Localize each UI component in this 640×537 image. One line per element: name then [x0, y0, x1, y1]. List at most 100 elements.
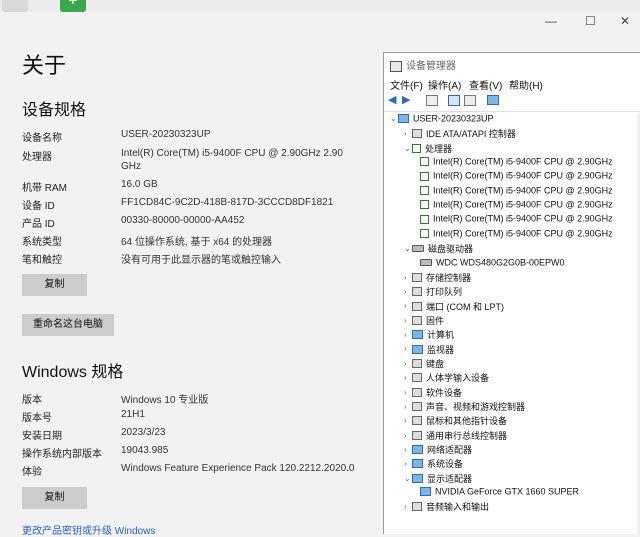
device-label: 存储控制器	[426, 272, 472, 283]
chip-icon	[420, 214, 429, 224]
maximize-button[interactable]: ☐	[585, 14, 596, 28]
chevron-right-icon[interactable]: ›	[404, 330, 412, 339]
device-category[interactable]: › 音频输入和输出	[404, 500, 489, 514]
device-category[interactable]: › 声音、视频和游戏控制器	[404, 400, 525, 414]
chevron-right-icon[interactable]: ›	[404, 301, 412, 310]
chevron-right-icon[interactable]: ›	[404, 373, 412, 382]
device-category[interactable]: › 端口 (COM 和 LPT)	[404, 300, 504, 314]
windows-spec-heading: Windows 规格	[22, 364, 124, 381]
device-label: 固件	[426, 315, 445, 326]
device-category[interactable]: ⌄ 磁盘驱动器	[404, 242, 473, 256]
device-item[interactable]: WDC WDS480G2G0B-00EPW0	[420, 257, 565, 271]
chevron-down-icon[interactable]: ⌄	[404, 144, 412, 153]
device-item[interactable]: Intel(R) Core(TM) i5-9400F CPU @ 2.90GHz	[420, 213, 613, 227]
device-label: 端口 (COM 和 LPT)	[426, 301, 504, 312]
device-label: 监视器	[427, 344, 455, 355]
monitor-icon	[412, 473, 423, 483]
device-category[interactable]: ⌄ 显示适配器	[404, 472, 472, 486]
device-category[interactable]: › 打印队列	[404, 285, 462, 299]
spec-label: 产品 ID	[22, 219, 55, 230]
rename-pc-button[interactable]: 重命名这台电脑	[22, 314, 114, 336]
drive-icon	[412, 245, 424, 253]
device-label: Intel(R) Core(TM) i5-9400F CPU @ 2.90GHz	[433, 199, 613, 210]
tree-root[interactable]: ⌄ USER-20230323UP	[390, 113, 494, 127]
upgrade-windows-link[interactable]: 更改产品密钥或升级 Windows	[22, 522, 155, 537]
device-category[interactable]: › IDE ATA/ATAPI 控制器	[404, 127, 516, 141]
chevron-right-icon[interactable]: ›	[404, 459, 412, 468]
chevron-right-icon[interactable]: ›	[404, 273, 412, 282]
help-icon[interactable]	[448, 95, 460, 106]
chevron-right-icon[interactable]: ›	[404, 402, 412, 411]
copy-windows-specs-button[interactable]: 复制	[22, 487, 87, 509]
device-item[interactable]: Intel(R) Core(TM) i5-9400F CPU @ 2.90GHz	[420, 156, 613, 170]
toolbar: ◀ ▶	[384, 93, 640, 112]
spec-label: 处理器	[22, 152, 52, 163]
gen-icon	[412, 358, 422, 368]
menu-help[interactable]: 帮助(H)	[509, 77, 543, 92]
device-category[interactable]: › 监视器	[404, 343, 454, 357]
copy-device-specs-button[interactable]: 复制	[22, 274, 87, 296]
chip-icon	[412, 143, 421, 153]
spec-value: 00330-80000-00000-AA452	[121, 215, 245, 226]
spec-value: 2023/3/23	[121, 427, 166, 438]
device-label: 通用串行总线控制器	[426, 430, 508, 441]
device-item[interactable]: Intel(R) Core(TM) i5-9400F CPU @ 2.90GHz	[420, 170, 613, 184]
device-item[interactable]: NVIDIA GeForce GTX 1660 SUPER	[420, 486, 579, 500]
device-category[interactable]: ⌄ 处理器	[404, 142, 452, 156]
chevron-right-icon[interactable]: ›	[404, 359, 412, 368]
details-icon[interactable]	[464, 95, 476, 106]
spec-value: 19043.985	[121, 445, 169, 456]
device-label: Intel(R) Core(TM) i5-9400F CPU @ 2.90GHz	[433, 171, 613, 182]
device-category[interactable]: › 网络适配器	[404, 443, 472, 457]
monitor-icon	[412, 445, 423, 455]
device-label: Intel(R) Core(TM) i5-9400F CPU @ 2.90GHz	[433, 228, 613, 239]
spec-value: 16.0 GB	[121, 179, 158, 190]
device-category[interactable]: › 计算机	[404, 328, 454, 342]
back-arrow-icon[interactable]: ◀	[388, 95, 400, 106]
chevron-right-icon[interactable]: ›	[404, 416, 412, 425]
chevron-right-icon[interactable]: ›	[404, 445, 412, 454]
device-category[interactable]: › 键盘	[404, 357, 444, 371]
menu-file[interactable]: 文件(F)	[390, 77, 423, 92]
device-category[interactable]: › 系统设备	[404, 457, 463, 471]
device-category[interactable]: › 固件	[404, 314, 444, 328]
chevron-right-icon[interactable]: ›	[404, 129, 412, 138]
chevron-down-icon[interactable]: ⌄	[404, 474, 412, 483]
spec-value-cont: GHz	[121, 161, 141, 172]
device-item[interactable]: Intel(R) Core(TM) i5-9400F CPU @ 2.90GHz	[420, 228, 613, 242]
gen-icon	[412, 430, 422, 440]
device-category[interactable]: › 人体学输入设备	[404, 371, 489, 385]
device-category[interactable]: › 鼠标和其他指针设备	[404, 414, 507, 428]
gen-icon	[412, 416, 422, 426]
gen-icon	[412, 287, 422, 297]
menu-view[interactable]: 查看(V)	[469, 77, 502, 92]
chevron-right-icon[interactable]: ›	[404, 502, 412, 511]
device-label: Intel(R) Core(TM) i5-9400F CPU @ 2.90GHz	[433, 185, 613, 196]
scan-monitor-icon[interactable]	[487, 95, 499, 105]
chevron-right-icon[interactable]: ›	[404, 431, 412, 440]
minimize-button[interactable]: —	[545, 14, 557, 28]
device-label: NVIDIA GeForce GTX 1660 SUPER	[435, 486, 580, 497]
computer-icon	[398, 114, 409, 124]
chevron-right-icon[interactable]: ›	[404, 316, 412, 325]
menu-action[interactable]: 操作(A)	[428, 77, 461, 92]
close-button[interactable]: ✕	[620, 14, 630, 28]
chevron-right-icon[interactable]: ›	[404, 344, 412, 353]
device-item[interactable]: Intel(R) Core(TM) i5-9400F CPU @ 2.90GHz	[420, 199, 613, 213]
device-label: 音频输入和输出	[426, 502, 490, 513]
chevron-right-icon[interactable]: ›	[404, 287, 412, 296]
monitor-icon	[420, 487, 431, 497]
device-category[interactable]: › 通用串行总线控制器	[404, 429, 507, 443]
properties-icon[interactable]	[426, 95, 438, 106]
chevron-down-icon[interactable]: ⌄	[404, 244, 412, 253]
forward-arrow-icon[interactable]: ▶	[402, 95, 414, 106]
chevron-right-icon[interactable]: ›	[404, 388, 412, 397]
chip-icon	[420, 200, 429, 210]
chip-icon	[420, 185, 429, 195]
device-category[interactable]: › 存储控制器	[404, 271, 471, 285]
spec-label: 系统类型	[22, 237, 62, 248]
user-icon	[2, 0, 28, 12]
device-category[interactable]: › 软件设备	[404, 386, 462, 400]
spec-label: 笔和触控	[22, 255, 62, 266]
device-item[interactable]: Intel(R) Core(TM) i5-9400F CPU @ 2.90GHz	[420, 185, 613, 199]
